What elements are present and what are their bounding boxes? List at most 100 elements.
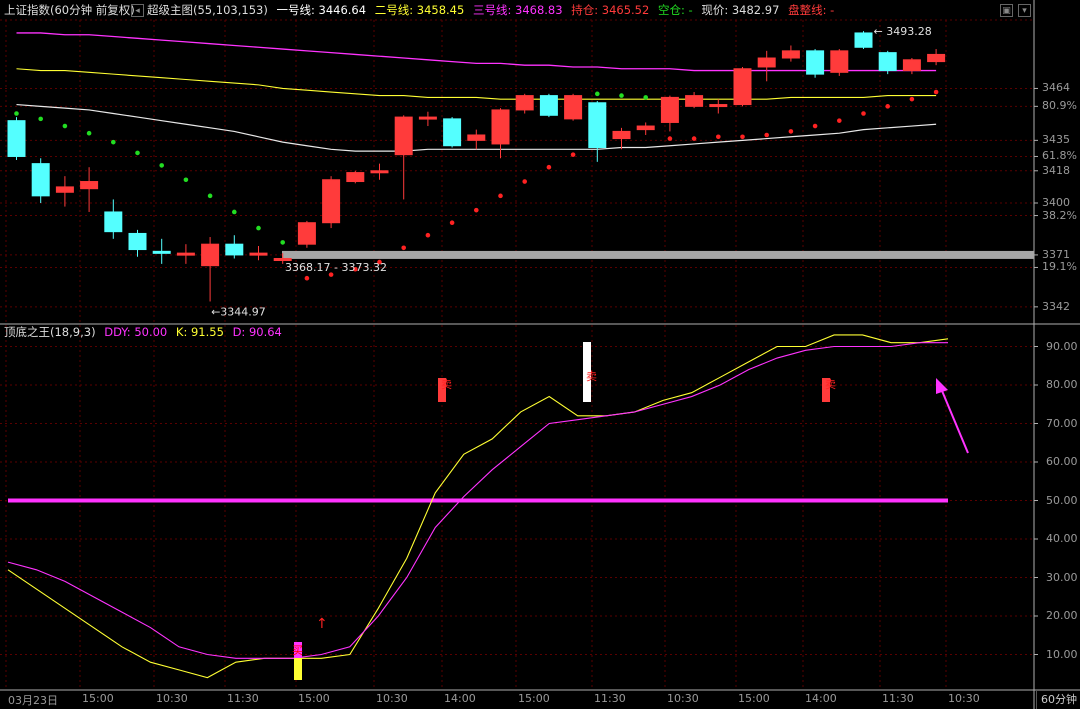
candle [612,127,631,150]
settings-icon[interactable]: ▣ [1000,4,1013,17]
chart-title[interactable]: 上证指数(60分钟 前复权) [4,3,135,17]
main-header: 上证指数(60分钟 前复权) [4,0,140,20]
osc-tick-label: 40.00 [1046,532,1078,545]
candle-body [878,52,897,72]
period-selector[interactable]: 60分钟 [1036,690,1080,709]
candle-body [55,186,74,193]
d-value: D: 90.64 [232,325,282,339]
line2-value: 二号线: 3458.45 [374,3,465,17]
candle-body [515,95,534,111]
price-tick-label: 3342 [1042,299,1070,313]
candle-body [902,59,921,72]
high-price-label: ← 3493.28 [874,25,932,38]
candle [55,176,74,207]
sar-dot [740,134,745,140]
chart-canvas[interactable]: 买↑卖卖卖 ← 3493.28←3344.973368.17 - 3373.32 [0,0,1080,709]
candle [297,220,316,248]
sar-dot [401,245,407,251]
candle [685,92,704,109]
sar-dot [812,123,818,129]
price-tick-label: 61.8% [1042,149,1077,163]
candle-body [709,104,728,108]
sell-signal-label: 卖 [825,378,836,391]
time-tick-label: 11:30 [227,692,259,705]
candle-body [418,116,437,120]
candle [80,167,99,212]
collapse-icon[interactable]: ◂ [131,4,144,17]
candle-body [80,181,99,190]
candle [854,31,873,50]
sar-dot [207,193,213,199]
candle [927,49,946,66]
candle [878,50,897,75]
candle [152,238,171,264]
osc-tick-label: 50.00 [1046,493,1078,507]
candle [128,229,147,257]
candle [636,122,655,135]
sar-dot [861,111,866,116]
buy-signal-bar-bottom [294,658,302,680]
candle-body [104,211,123,233]
sar-dot [595,91,600,97]
sar-dot [14,111,19,116]
candle-body [322,179,341,224]
chevron-down-icon[interactable]: ▾ [1018,4,1031,17]
candle [249,245,268,261]
candle-body [7,120,26,157]
line1-value: 一号线: 3446.64 [276,3,367,17]
candle-body [685,95,704,107]
osc-tick-label: 20.00 [1046,609,1078,622]
candle-body [588,102,607,149]
sar-dot [619,93,624,98]
time-tick-label: 15:00 [518,692,550,705]
time-tick-label: 10:30 [667,692,699,705]
candle [830,49,849,76]
oscillator-panel[interactable]: 买↑卖卖卖 [7,334,949,680]
price-tick-label: 3464 [1042,81,1070,95]
time-tick-label: 11:30 [882,692,914,705]
candle [201,237,220,302]
candle [588,100,607,162]
candle-body [781,50,800,59]
sar-dot [62,123,68,129]
time-tick-label: 10:30 [948,692,980,705]
price-tick-label: 3371 [1042,247,1070,261]
sar-dot [885,104,890,109]
candle [491,108,510,159]
candle-body [757,57,776,68]
k-value: K: 91.55 [175,325,224,339]
candle [781,45,800,62]
support-bar [282,250,1034,259]
sar-dot [280,240,286,245]
candle-body [346,172,365,183]
price-value: 现价: 3482.97 [701,3,780,17]
candle-body [539,95,558,116]
candle-body [927,53,946,63]
candle-body [249,252,268,256]
candle-body [152,250,171,254]
line3-value: 三号线: 3468.83 [472,3,563,17]
time-tick-label: 15:00 [738,692,770,705]
candle-body [612,130,631,140]
sar-dot [135,150,140,156]
oscillator-title[interactable]: 顶底之王(18,9,3) [4,325,96,339]
time-tick-label: 11:30 [594,692,626,705]
sar-dot [716,134,721,140]
candle [346,170,365,184]
price-tick-label: 3435 [1042,133,1070,147]
sar-dot [474,207,479,213]
indicator-name[interactable]: 超级主图(55,103,153) [147,3,268,17]
sell-signal-label: 卖 [586,370,597,383]
buy-signal-label: 买 [292,644,303,657]
candle-body [854,32,873,48]
candle [31,158,50,204]
ma-line-yellow [16,68,937,100]
sar-dot [933,89,939,95]
time-tick-label: 03月23日 [8,694,58,707]
sar-dot [183,177,189,183]
indicator-header: 超级主图(55,103,153) 一号线: 3446.64 二号线: 3458.… [147,0,839,20]
sar-dot [788,129,794,134]
candle [104,199,123,239]
osc-tick-label: 70.00 [1046,416,1078,430]
sar-dot [764,132,769,138]
